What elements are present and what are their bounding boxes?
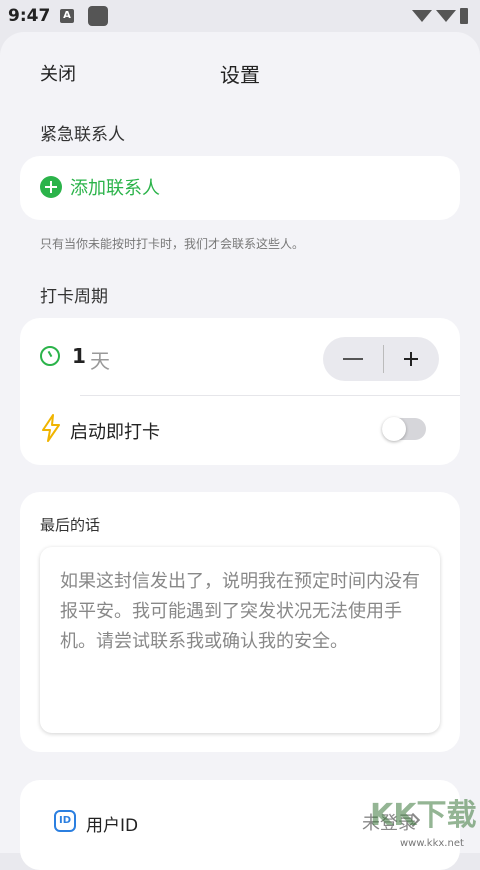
status-time: 9:47 — [8, 6, 51, 26]
checkin-cycle-label: 打卡周期 — [40, 287, 108, 307]
last-words-card: 最后的话 如果这封信发出了，说明我在预定时间内没有报平安。我可能遇到了突发状况无… — [20, 492, 460, 752]
last-words-textarea[interactable]: 如果这封信发出了，说明我在预定时间内没有报平安。我可能遇到了突发状况无法使用手机… — [40, 547, 440, 733]
timer-icon — [40, 346, 60, 366]
status-icons — [412, 8, 468, 24]
cycle-unit: 天 — [90, 349, 110, 373]
cycle-value: 1 — [72, 344, 86, 368]
emergency-contacts-card: 添加联系人 — [20, 156, 460, 220]
battery-icon — [460, 8, 468, 24]
plus-circle-icon — [40, 176, 62, 198]
watermark-url: www.kkx.net — [400, 838, 464, 849]
cycle-stepper — [323, 337, 439, 381]
row-divider — [80, 395, 460, 396]
signal-icon — [412, 10, 432, 22]
notification-a-icon: A — [60, 9, 74, 23]
notification-square-icon — [88, 6, 108, 26]
user-id-label: 用户ID — [86, 816, 139, 836]
autostart-label: 启动即打卡 — [70, 422, 160, 443]
autostart-toggle[interactable] — [382, 417, 426, 441]
wifi-icon — [436, 10, 456, 22]
lightning-icon — [42, 414, 60, 442]
emergency-contacts-label: 紧急联系人 — [40, 125, 125, 145]
user-id-icon: ID — [54, 810, 76, 832]
watermark-logo: KK下载 — [370, 798, 477, 833]
close-button[interactable]: 关闭 — [40, 60, 76, 86]
last-words-label: 最后的话 — [40, 516, 101, 534]
add-contact-button[interactable]: 添加联系人 — [40, 174, 160, 200]
add-contact-label: 添加联系人 — [70, 178, 160, 199]
checkin-cycle-card: 1 天 启动即打卡 — [20, 318, 460, 465]
emergency-hint-text: 只有当你未能按时打卡时，我们才会联系这些人。 — [40, 237, 305, 251]
decrement-button[interactable] — [323, 337, 383, 381]
increment-button[interactable] — [384, 337, 439, 381]
status-bar: 9:47 A — [0, 0, 480, 32]
toggle-knob — [382, 417, 406, 441]
